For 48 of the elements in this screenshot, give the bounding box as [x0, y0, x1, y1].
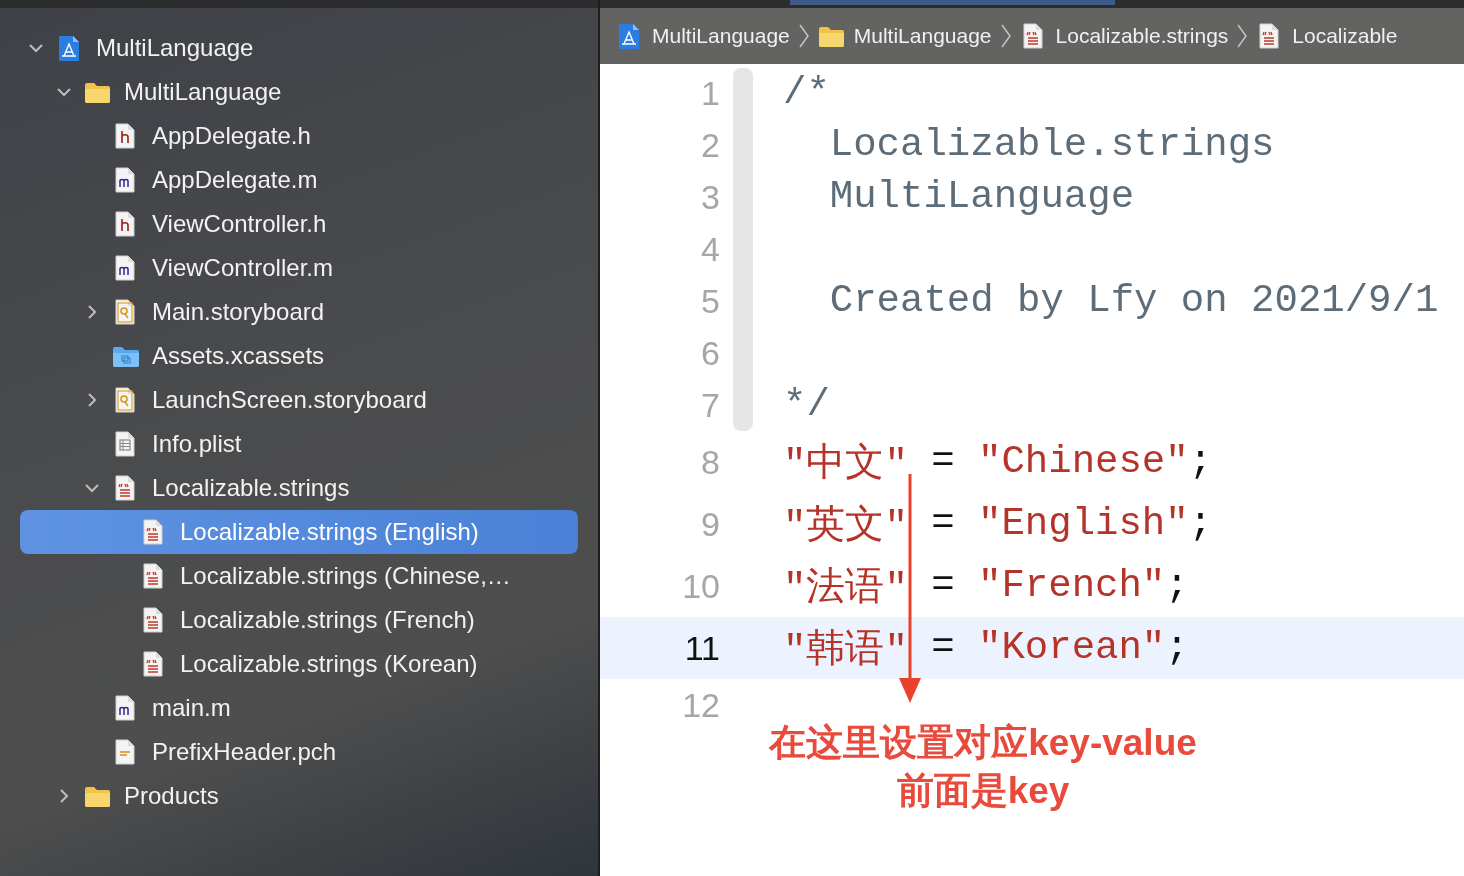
line-number: 9	[700, 503, 720, 545]
chevron-right-icon	[999, 23, 1012, 49]
line-number: 10	[681, 565, 720, 607]
navigator-item[interactable]: AppDelegate.m	[20, 158, 578, 202]
code-line: */	[783, 382, 831, 429]
line-number: 7	[700, 384, 720, 426]
chevron-right-icon	[1236, 23, 1249, 49]
navigator-item[interactable]: MultiLanguage	[20, 26, 578, 70]
line-number: 2	[700, 124, 720, 166]
navigator-item[interactable]: Localizable.strings (Korean)	[20, 642, 578, 686]
breadcrumb-item[interactable]: MultiLanguage	[616, 23, 790, 49]
code-line: Created by Lfy on 2021/9/1	[828, 278, 1440, 325]
navigator-item[interactable]: Info.plist	[20, 422, 578, 466]
line-number: 12	[681, 684, 720, 726]
code-line: "法语" = "French";	[783, 563, 1190, 613]
breadcrumb-item[interactable]: Localizable	[1256, 23, 1398, 49]
navigator-item[interactable]: Products	[20, 774, 578, 818]
chevron-right-icon	[797, 23, 810, 49]
code-line: "中文" = "Chinese";	[783, 439, 1214, 489]
line-number: 6	[700, 332, 720, 374]
code-line: /*	[783, 70, 831, 117]
line-number: 8	[700, 441, 720, 483]
line-number: 5	[700, 280, 720, 322]
line-number: 1	[700, 72, 720, 114]
annotation-text: 前面是key	[896, 769, 1070, 813]
code-line: MultiLanguage	[828, 174, 1136, 221]
navigator-item[interactable]: Localizable.strings (French)	[20, 598, 578, 642]
navigator-item[interactable]: main.m	[20, 686, 578, 730]
navigator-item[interactable]: LaunchScreen.storyboard	[20, 378, 578, 422]
navigator-item[interactable]: MultiLanguage	[20, 70, 578, 114]
code-line: Localizable.strings	[828, 122, 1276, 169]
navigator-item[interactable]: Localizable.strings	[20, 466, 578, 510]
breadcrumb-item[interactable]: Localizable.strings	[1019, 23, 1229, 49]
code-line: "英文" = "English";	[783, 501, 1214, 551]
annotation-text: 在这里设置对应key-value	[769, 721, 1197, 765]
line-number: 3	[700, 176, 720, 218]
navigator-item[interactable]: Localizable.strings (Chinese,…	[20, 554, 578, 598]
line-number: 4	[700, 228, 720, 270]
navigator-item[interactable]: Assets.xcassets	[20, 334, 578, 378]
navigator-item[interactable]: PrefixHeader.pch	[20, 730, 578, 774]
navigator-item[interactable]: AppDelegate.h	[20, 114, 578, 158]
navigator-item[interactable]: Main.storyboard	[20, 290, 578, 334]
navigator-item[interactable]: Localizable.strings (English)	[20, 510, 578, 554]
line-number: 11	[683, 627, 720, 669]
breadcrumb-item[interactable]: MultiLanguage	[817, 23, 992, 49]
navigator-item[interactable]: ViewController.m	[20, 246, 578, 290]
navigator-item[interactable]: ViewController.h	[20, 202, 578, 246]
code-line: "韩语" = "Korean";	[783, 625, 1190, 675]
